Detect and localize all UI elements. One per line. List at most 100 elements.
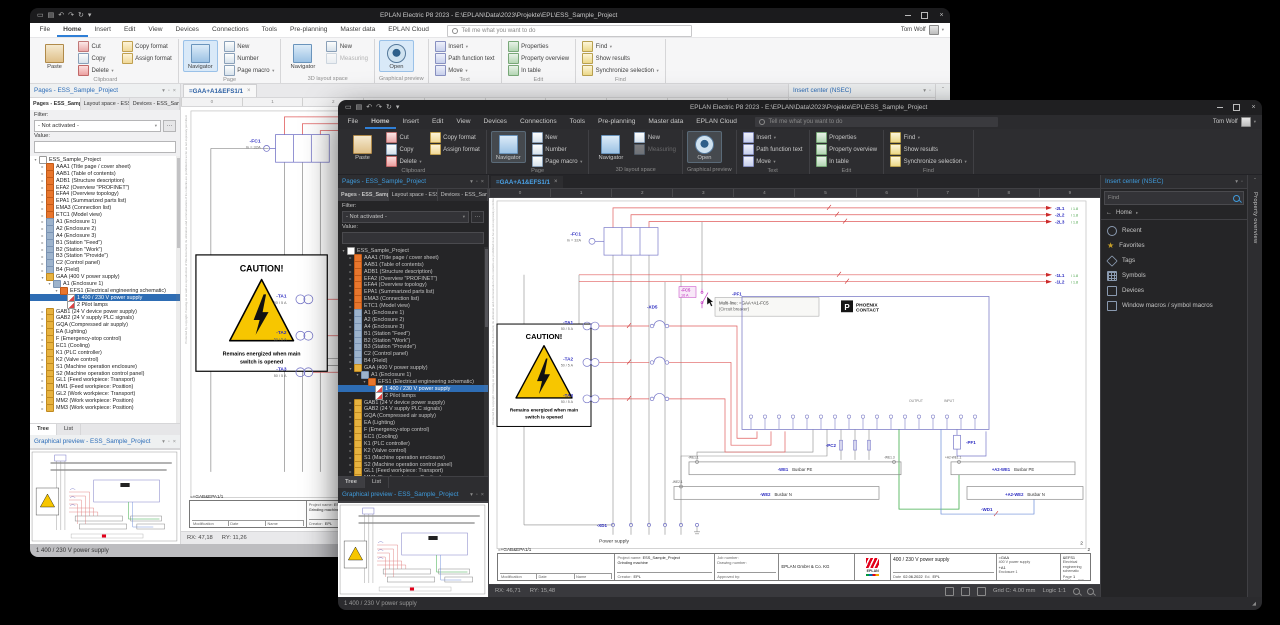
open-file-icon[interactable]: ▤ — [356, 100, 363, 115]
graphical-preview[interactable] — [338, 502, 488, 597]
ribbon-synchronize-selection-button[interactable]: Synchronize selection▾ — [580, 65, 661, 76]
preview-panel-header[interactable]: Graphical preview - ESS_Sample_Project ▾… — [338, 488, 488, 502]
ribbon-tab-pre-planning[interactable]: Pre-planning — [284, 23, 334, 37]
tab-list[interactable]: List — [365, 477, 389, 488]
new-icon[interactable]: ▭ — [345, 100, 352, 115]
ribbon-tab-file[interactable]: File — [33, 23, 57, 37]
expander-icon[interactable]: ▸ — [39, 199, 46, 204]
expander-icon[interactable]: ▸ — [39, 316, 46, 321]
tab-tree[interactable]: Tree — [338, 477, 365, 488]
busbars[interactable]: -WE1Busbar PE -WE2Busbar N +A2-WE1Busbar… — [672, 455, 1083, 499]
expander-icon[interactable]: ▸ — [39, 330, 46, 335]
refresh-icon[interactable]: ↻ — [78, 8, 84, 23]
preview-panel-header[interactable]: Graphical preview - ESS_Sample_Project ▾… — [30, 435, 180, 449]
expander-icon[interactable]: ▸ — [39, 192, 46, 197]
expander-icon[interactable]: ▸ — [347, 262, 354, 267]
expander-icon[interactable]: ▸ — [39, 233, 46, 238]
panel-pin-icon[interactable]: ◦ — [168, 439, 170, 445]
expander-icon[interactable]: ▸ — [39, 247, 46, 252]
expander-icon[interactable]: ▸ — [347, 317, 354, 322]
tab-layout-space[interactable]: Layout space - ESS_Sa... — [389, 189, 438, 201]
expander-icon[interactable]: ▸ — [39, 206, 46, 211]
expander-icon[interactable]: ▸ — [39, 343, 46, 348]
tree-item-mm1-feed-workpiece-pos[interactable]: ▸MM1 (Feed workpiece: Position) — [338, 475, 488, 476]
collapse-icon[interactable]: ˆ — [1254, 179, 1256, 185]
expander-icon[interactable]: ▸ — [347, 304, 354, 309]
component-fc1[interactable]: -FC1 In = 32A — [246, 135, 330, 163]
expander-icon[interactable]: ▸ — [39, 268, 46, 273]
expander-icon[interactable]: ▸ — [347, 345, 354, 350]
ribbon-delete-button[interactable]: Delete▾ — [76, 65, 116, 76]
ribbon-tab-tools[interactable]: Tools — [255, 23, 283, 37]
panel-dropdown-icon[interactable]: ▾ — [162, 439, 165, 445]
ribbon-show-results-button[interactable]: Show results — [888, 144, 969, 155]
tab-close-icon[interactable]: × — [247, 88, 251, 94]
expander-icon[interactable]: ▸ — [347, 359, 354, 364]
expander-icon[interactable]: ▸ — [347, 255, 354, 260]
tree-item-1-400-230-v-power-supp[interactable]: 1 400 / 230 V power supply — [30, 294, 180, 301]
expander-icon[interactable]: ▸ — [39, 385, 46, 390]
ribbon-move-button[interactable]: Move▾ — [433, 65, 497, 76]
new-icon[interactable]: ▭ — [37, 8, 44, 23]
ribbon-copy-format-button[interactable]: Copy format — [120, 41, 174, 52]
expander-icon[interactable]: ▸ — [347, 455, 354, 460]
ribbon-number-button[interactable]: Number — [222, 53, 277, 64]
pages-panel-header[interactable]: Pages - ESS_Sample_Project ▾ ◦ × — [338, 175, 488, 189]
expander-icon[interactable]: ▸ — [39, 254, 46, 259]
expander-icon[interactable]: ▸ — [347, 269, 354, 274]
panel-pin-icon[interactable]: ◦ — [929, 88, 931, 94]
ribbon-move-button[interactable]: Move▾ — [741, 156, 805, 167]
expander-icon[interactable]: ▾ — [354, 372, 361, 377]
expander-icon[interactable]: ▸ — [347, 414, 354, 419]
refresh-icon[interactable]: ↻ — [386, 100, 392, 115]
ribbon-copy-button[interactable]: Copy — [76, 53, 116, 64]
ribbon-insert-button[interactable]: Insert▾ — [741, 132, 805, 143]
component-fc5-selected[interactable]: -FC5 16 A — [679, 287, 708, 309]
ribbon-tab-tools[interactable]: Tools — [563, 115, 591, 129]
expander-icon[interactable]: ▸ — [39, 337, 46, 342]
ribbon-tab-connections[interactable]: Connections — [205, 23, 255, 37]
ribbon-navigator-button[interactable]: Navigator — [593, 131, 628, 163]
ribbon-find-button[interactable]: Find▾ — [888, 132, 969, 143]
ribbon-new-button[interactable]: New — [222, 41, 277, 52]
expander-icon[interactable]: ▸ — [347, 400, 354, 405]
expander-icon[interactable]: ▾ — [340, 248, 347, 253]
tree-item-a1-enclosure-1[interactable]: ▾A1 (Enclosure 1) — [338, 372, 488, 379]
ribbon-find-button[interactable]: Find▾ — [580, 41, 661, 52]
panel-dropdown-icon[interactable]: ▾ — [1235, 179, 1238, 185]
insert-center-header[interactable]: Insert center (NSEC) ▾ ◦ — [1101, 175, 1247, 189]
expander-icon[interactable]: ▸ — [347, 283, 354, 288]
title-bar[interactable]: ▭ ▤ ↶ ↷ ↻ ▾ EPLAN Electric P8 2023 - E:\… — [338, 100, 1262, 115]
component-fc1[interactable]: -FC1 In = 32A — [567, 228, 658, 256]
expander-icon[interactable]: ▾ — [361, 379, 368, 384]
panel-pin-icon[interactable]: ◦ — [476, 179, 478, 185]
panel-dropdown-icon[interactable]: ▾ — [162, 88, 165, 94]
ribbon-properties-button[interactable]: Properties — [506, 41, 572, 52]
maximize-button[interactable] — [916, 8, 933, 23]
expander-icon[interactable]: ▸ — [347, 428, 354, 433]
expander-icon[interactable]: ▸ — [39, 164, 46, 169]
ribbon-tab-view[interactable]: View — [142, 23, 169, 37]
ribbon-measuring-button[interactable]: Measuring — [324, 53, 370, 64]
ribbon-page-macro-button[interactable]: Page macro▾ — [222, 65, 277, 76]
ribbon-tab-file[interactable]: File — [341, 115, 365, 129]
close-button[interactable]: × — [933, 8, 950, 23]
expander-icon[interactable]: ▸ — [347, 331, 354, 336]
ribbon-number-button[interactable]: Number — [530, 144, 585, 155]
ribbon-tab-master-data[interactable]: Master data — [642, 115, 690, 129]
expander-icon[interactable]: ▸ — [39, 371, 46, 376]
ribbon-in-table-button[interactable]: In table — [506, 65, 572, 76]
filter-more-button[interactable]: … — [471, 211, 484, 223]
breadcrumb-home[interactable]: Home — [1116, 210, 1132, 216]
ortho-icon[interactable] — [977, 587, 986, 596]
power-supply-unit[interactable]: P PHOENIX CONTACT OUTPUT INPUT — [742, 296, 989, 429]
tab-devices[interactable]: Devices - ESS_Sample_... — [438, 189, 488, 201]
ribbon-open-button[interactable]: Open — [379, 40, 414, 72]
expander-icon[interactable]: ▸ — [39, 178, 46, 183]
ribbon-navigator-button[interactable]: Navigator — [285, 40, 320, 72]
document-tab[interactable]: =GAA+A1&EFS1/1 × — [491, 176, 563, 188]
expander-icon[interactable]: ▸ — [347, 297, 354, 302]
panel-close-icon[interactable]: × — [481, 492, 484, 498]
ribbon-new-button[interactable]: New — [632, 132, 678, 143]
ribbon-copy-format-button[interactable]: Copy format — [428, 132, 482, 143]
